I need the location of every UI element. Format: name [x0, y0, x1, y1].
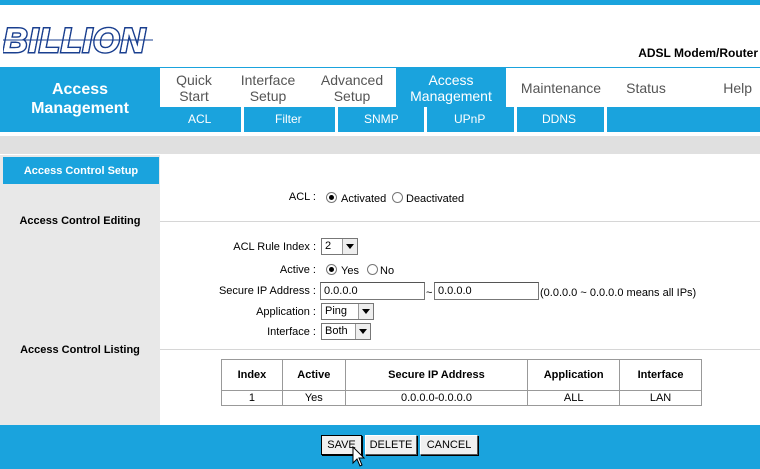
header-interface: Interface — [619, 359, 702, 391]
editing-label: Access Control Editing — [19, 215, 141, 227]
product-name: ADSL Modem/Router — [638, 46, 758, 60]
tab-interface-setup[interactable]: Interface Setup — [228, 68, 308, 108]
acl-activated-radio[interactable] — [326, 192, 337, 203]
sub-tabs: ACL Filter SNMP UPnP DDNS — [160, 107, 760, 132]
ip-range-separator: ~ — [426, 287, 433, 299]
header-index: Index — [221, 359, 283, 391]
cell-application: ALL — [527, 390, 621, 406]
tab-maintenance[interactable]: Maintenance — [506, 68, 616, 108]
footer-left — [0, 425, 160, 469]
section-header: Access Control Setup — [3, 157, 159, 184]
active-no-radio[interactable] — [367, 264, 378, 275]
subtab-snmp[interactable]: SNMP — [364, 112, 399, 126]
tab-status[interactable]: Status — [616, 68, 676, 108]
sidebar — [0, 155, 160, 425]
interface-label: Interface : — [267, 326, 316, 338]
active-no-label: No — [380, 265, 395, 277]
header-secure-ip: Secure IP Address — [344, 359, 529, 391]
subtab-divider — [424, 107, 427, 132]
tab-help[interactable]: Help — [676, 68, 760, 108]
acl-deactivated-radio[interactable] — [392, 192, 403, 203]
header-application: Application — [527, 359, 621, 391]
chevron-down-icon — [355, 324, 370, 339]
subtab-acl[interactable]: ACL — [188, 112, 211, 126]
divider — [160, 221, 760, 222]
table-row: 1 Yes 0.0.0.0-0.0.0.0 ALL LAN — [221, 390, 702, 406]
top-accent-bar — [0, 0, 760, 5]
subtab-divider — [604, 107, 607, 132]
acl-deactivated-label: Deactivated — [406, 193, 465, 205]
application-select[interactable]: Ping — [321, 303, 374, 320]
chevron-down-icon — [342, 239, 357, 254]
rule-index-select[interactable]: 2 — [321, 238, 358, 255]
listing-label: Access Control Listing — [20, 344, 140, 356]
ip-start-input[interactable]: 0.0.0.0 — [320, 282, 425, 300]
cell-index: 1 — [221, 390, 283, 406]
subtab-ddns[interactable]: DDNS — [542, 112, 576, 126]
billion-logo: BILLION BILLION — [3, 22, 153, 58]
header-active: Active — [281, 359, 346, 391]
subtab-divider — [514, 107, 517, 132]
interface-select[interactable]: Both — [321, 323, 371, 340]
section-title: Access Management — [0, 67, 160, 132]
delete-button[interactable]: DELETE — [365, 435, 417, 455]
main-tabs: Quick Start Interface Setup Advanced Setup … — [160, 67, 760, 108]
separator-band — [0, 136, 760, 154]
application-label: Application : — [256, 306, 316, 318]
subtab-upnp[interactable]: UPnP — [454, 112, 485, 126]
tab-advanced-setup[interactable]: Advanced Setup — [308, 68, 396, 108]
acl-table: Index Active Secure IP Address Applicati… — [221, 359, 702, 406]
secure-ip-label: Secure IP Address : — [218, 285, 316, 297]
mouse-cursor-icon — [352, 446, 366, 467]
acl-label: ACL : — [288, 191, 316, 203]
active-label: Active : — [279, 264, 316, 276]
acl-activated-label: Activated — [341, 193, 387, 205]
divider — [160, 349, 760, 350]
table-header-row: Index Active Secure IP Address Applicati… — [221, 359, 702, 391]
active-yes-label: Yes — [341, 265, 359, 277]
active-yes-radio[interactable] — [326, 264, 337, 275]
chevron-down-icon — [358, 304, 373, 319]
cell-interface: LAN — [619, 390, 702, 406]
rule-index-label: ACL Rule Index : — [233, 241, 316, 253]
cell-secure-ip: 0.0.0.0-0.0.0.0 — [344, 390, 529, 406]
cancel-button[interactable]: CANCEL — [420, 435, 478, 455]
cell-active: Yes — [281, 390, 346, 406]
subtab-divider — [241, 107, 244, 132]
ip-end-input[interactable]: 0.0.0.0 — [434, 282, 539, 300]
subtab-divider — [335, 107, 338, 132]
tab-access-management[interactable]: Access Management — [396, 68, 506, 108]
ip-hint: (0.0.0.0 ~ 0.0.0.0 means all IPs) — [540, 287, 697, 299]
subtab-filter[interactable]: Filter — [275, 112, 302, 126]
tab-quick-start[interactable]: Quick Start — [160, 68, 228, 108]
